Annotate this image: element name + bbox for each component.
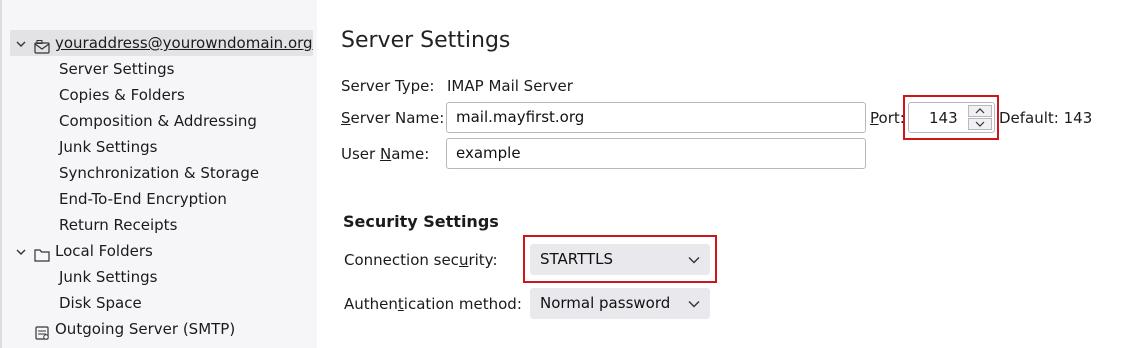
- auth-method-value: Normal password: [540, 294, 671, 312]
- tree-item-label: Synchronization & Storage: [59, 164, 260, 182]
- tree-item-label: Server Settings: [59, 60, 175, 78]
- connection-security-value: STARTTLS: [540, 250, 614, 268]
- port-decrement-button[interactable]: [968, 118, 992, 130]
- server-name-input[interactable]: mail.mayfirst.org: [446, 102, 866, 133]
- port-input[interactable]: 143: [908, 102, 995, 133]
- tree-item-label: End-To-End Encryption: [59, 190, 227, 208]
- tree-item-label: Copies & Folders: [59, 86, 185, 104]
- tree-item-label: Local Folders: [55, 242, 153, 260]
- auth-method-select[interactable]: Normal password: [530, 288, 710, 319]
- chevron-down-icon[interactable]: [14, 30, 28, 56]
- tree-item-label: Junk Settings: [59, 138, 158, 156]
- tree-item-label: Composition & Addressing: [59, 112, 257, 130]
- chevron-down-icon: [688, 244, 700, 275]
- account-tree-sidebar: youraddress@yourowndomain.org Server Set…: [0, 0, 317, 348]
- port-value: 143: [929, 109, 958, 127]
- server-type-value: IMAP Mail Server: [447, 77, 573, 95]
- port-label: Port:: [870, 109, 905, 127]
- connection-security-select[interactable]: STARTTLS: [530, 244, 710, 275]
- tree-item-label: Outgoing Server (SMTP): [55, 320, 236, 338]
- security-section-title: Security Settings: [343, 212, 499, 231]
- mail-account-icon: [34, 36, 50, 54]
- port-increment-button[interactable]: [968, 105, 992, 117]
- tree-item-label: Return Receipts: [59, 216, 178, 234]
- auth-method-label: Authentication method:: [344, 295, 522, 313]
- chevron-up-icon: [975, 108, 985, 114]
- server-type-label: Server Type:: [341, 77, 435, 95]
- chevron-down-icon[interactable]: [14, 238, 28, 264]
- user-name-input[interactable]: example: [446, 138, 866, 169]
- port-default: Default: 143: [999, 109, 1093, 127]
- tree-item-label: Disk Space: [59, 294, 142, 312]
- page-title: Server Settings: [341, 28, 511, 53]
- user-name-label: User Name:: [341, 145, 430, 163]
- chevron-down-icon: [975, 121, 985, 127]
- tree-item-label: Junk Settings: [59, 268, 158, 286]
- account-name: youraddress@yourowndomain.org: [55, 34, 313, 52]
- settings-pane: Server Settings Server Type: IMAP Mail S…: [317, 0, 1122, 348]
- connection-security-label: Connection security:: [344, 251, 498, 269]
- server-name-label: Server Name:: [341, 109, 445, 127]
- chevron-down-icon: [688, 288, 700, 319]
- outgoing-server-icon: [34, 322, 50, 340]
- folder-icon: [34, 244, 50, 262]
- tree-account-row[interactable]: youraddress@yourowndomain.org: [10, 30, 313, 56]
